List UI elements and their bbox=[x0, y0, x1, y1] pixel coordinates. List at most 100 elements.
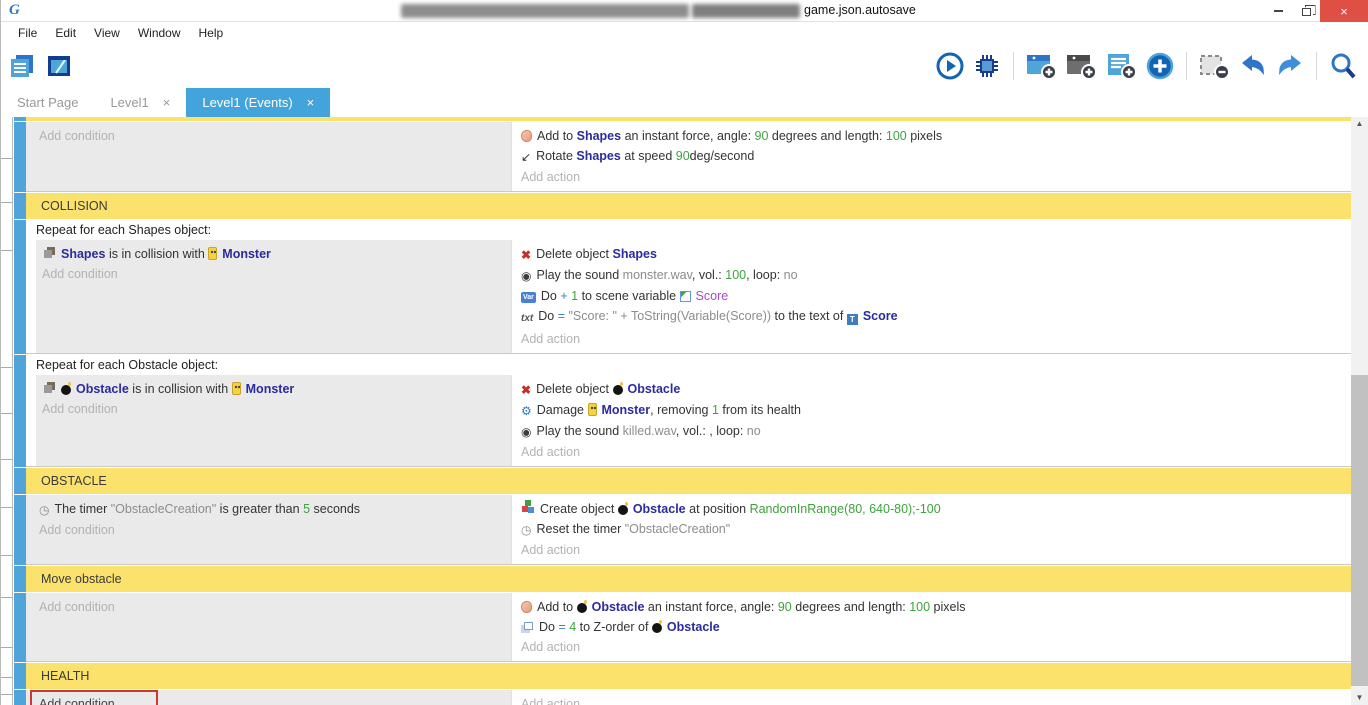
zorder-icon bbox=[524, 622, 533, 630]
comment-row[interactable]: OBSTACLE bbox=[14, 468, 1352, 494]
event-selection-bar[interactable] bbox=[14, 495, 26, 565]
timer-icon: ◷ bbox=[521, 520, 531, 540]
add-condition-placeholder[interactable]: Add condition bbox=[39, 597, 511, 617]
text-segment: an instant force, angle: bbox=[644, 600, 777, 614]
search-icon[interactable] bbox=[1328, 51, 1358, 81]
add-action-placeholder[interactable]: Add action bbox=[521, 329, 1352, 349]
action-line[interactable]: txtDo = "Score: " + ToString(Variable(Sc… bbox=[521, 306, 1352, 329]
comment-row[interactable]: COLLISION bbox=[14, 193, 1352, 219]
event-row[interactable]: Repeat for each Obstacle object:Obstacle… bbox=[14, 355, 1352, 467]
event-selection-bar[interactable] bbox=[14, 663, 26, 689]
tabbar: Start Page Level1 × Level1 (Events) × bbox=[1, 88, 1368, 117]
action-line[interactable]: Add to Shapes an instant force, angle: 9… bbox=[521, 126, 1352, 146]
event-row[interactable]: ◷The timer "ObstacleCreation" is greater… bbox=[14, 495, 1352, 565]
add-condition-placeholder[interactable]: Add condition bbox=[42, 399, 511, 419]
event-selection-bar[interactable] bbox=[14, 117, 26, 121]
add-external-events-icon[interactable] bbox=[1105, 51, 1138, 81]
condition-line[interactable]: Obstacle is in collision with Monster bbox=[42, 379, 511, 399]
event-selection-bar[interactable] bbox=[14, 193, 26, 219]
condition-line[interactable]: Shapes is in collision with Monster bbox=[42, 244, 511, 264]
restore-button[interactable] bbox=[1292, 0, 1320, 22]
text-segment: , loop: bbox=[746, 268, 784, 282]
event-row[interactable]: Repeat for each Shapes object:Shapes is … bbox=[14, 220, 1352, 354]
action-line[interactable]: Create object Obstacle at position Rando… bbox=[521, 499, 1352, 519]
undo-icon[interactable] bbox=[1238, 51, 1268, 81]
tab-close-icon[interactable]: × bbox=[163, 95, 171, 110]
comment-row[interactable]: Move obstacle bbox=[14, 566, 1352, 592]
redo-icon[interactable] bbox=[1275, 51, 1305, 81]
tab-level1-events[interactable]: Level1 (Events) × bbox=[186, 88, 330, 117]
menu-help[interactable]: Help bbox=[190, 26, 233, 40]
add-action-placeholder[interactable]: Add action bbox=[521, 442, 1352, 462]
event-selection-bar[interactable] bbox=[14, 690, 26, 705]
add-condition-placeholder[interactable]: Add condition bbox=[39, 520, 511, 540]
debug-icon[interactable] bbox=[972, 51, 1002, 81]
menu-edit[interactable]: Edit bbox=[46, 26, 85, 40]
gutter-tick bbox=[1, 250, 13, 251]
menu-file[interactable]: File bbox=[9, 26, 46, 40]
comment-label: HEALTH bbox=[41, 669, 89, 683]
scroll-down-icon[interactable]: ▼ bbox=[1351, 691, 1368, 705]
text-segment: Reset the timer bbox=[536, 522, 624, 536]
event-row[interactable]: Add condition Add to Shapes an instant fo… bbox=[14, 122, 1352, 192]
window-controls: × bbox=[1264, 0, 1368, 22]
add-action-placeholder[interactable]: Add action bbox=[521, 694, 1352, 705]
scene-editor-icon[interactable] bbox=[7, 51, 37, 81]
condition-line[interactable]: ◷The timer "ObstacleCreation" is greater… bbox=[39, 499, 511, 520]
action-line[interactable]: ↙Rotate Shapes at speed 90deg/second bbox=[521, 146, 1352, 167]
minimize-button[interactable] bbox=[1264, 0, 1292, 22]
text-segment: = bbox=[558, 620, 569, 634]
event-selection-bar[interactable] bbox=[14, 122, 26, 192]
comment-row[interactable]: HEALTH bbox=[14, 663, 1352, 689]
add-action-placeholder[interactable]: Add action bbox=[521, 167, 1352, 187]
minimize-icon bbox=[1274, 10, 1283, 12]
event-selection-bar[interactable] bbox=[14, 468, 26, 494]
scroll-up-icon[interactable]: ▲ bbox=[1351, 117, 1368, 131]
variable-name: Score bbox=[696, 289, 729, 303]
play-icon[interactable] bbox=[935, 51, 965, 81]
actions-column: ✖Delete object Shapes◉Play the sound mon… bbox=[511, 240, 1352, 353]
add-action-placeholder[interactable]: Add action bbox=[521, 540, 1352, 560]
text-segment: Do bbox=[541, 289, 560, 303]
action-line[interactable]: ⚙Damage Monster, removing 1 from its hea… bbox=[521, 400, 1352, 421]
add-action-placeholder[interactable]: Add action bbox=[521, 637, 1352, 657]
menu-view[interactable]: View bbox=[85, 26, 129, 40]
event-body: Obstacle is in collision with MonsterAdd… bbox=[36, 375, 1352, 466]
action-line[interactable]: Add to Obstacle an instant force, angle:… bbox=[521, 597, 1352, 617]
add-scene-icon[interactable] bbox=[1025, 51, 1058, 81]
tab-close-icon[interactable]: × bbox=[307, 95, 315, 110]
close-button[interactable]: × bbox=[1320, 0, 1368, 22]
scrollbar-thumb[interactable] bbox=[1351, 375, 1368, 686]
action-line[interactable]: Do = 4 to Z-order of Obstacle bbox=[521, 617, 1352, 637]
event-selection-bar[interactable] bbox=[14, 220, 26, 354]
object-name: Shapes bbox=[613, 247, 657, 261]
event-row[interactable]: Add condition Add to Obstacle an instant … bbox=[14, 593, 1352, 662]
obstacle-icon bbox=[61, 385, 71, 395]
event-selection-bar[interactable] bbox=[14, 593, 26, 662]
action-line[interactable]: ✖Delete object Shapes bbox=[521, 244, 1352, 265]
event-row[interactable]: Add condition Add action bbox=[14, 690, 1352, 705]
event-content: ◷The timer "ObstacleCreation" is greater… bbox=[26, 495, 1352, 565]
repeat-event-label: Repeat for each Obstacle object: bbox=[26, 355, 1352, 375]
action-line[interactable]: ◉Play the sound killed.wav, vol.: , loop… bbox=[521, 421, 1352, 442]
add-external-layout-icon[interactable] bbox=[1065, 51, 1098, 81]
comment-partial bbox=[14, 117, 1352, 121]
action-line[interactable]: ◷Reset the timer "ObstacleCreation" bbox=[521, 519, 1352, 540]
action-line[interactable]: VarDo + 1 to scene variable Score bbox=[521, 286, 1352, 306]
event-selection-bar[interactable] bbox=[14, 566, 26, 592]
add-condition-placeholder[interactable]: Add condition bbox=[39, 694, 511, 705]
add-condition-placeholder[interactable]: Add condition bbox=[39, 126, 511, 146]
menu-window[interactable]: Window bbox=[129, 26, 190, 40]
tab-level1[interactable]: Level1 × bbox=[94, 88, 186, 117]
object-name: Score bbox=[863, 309, 898, 323]
add-object-icon[interactable] bbox=[1145, 51, 1175, 81]
project-window-icon[interactable] bbox=[44, 51, 74, 81]
action-line[interactable]: ◉Play the sound monster.wav, vol.: 100, … bbox=[521, 265, 1352, 286]
event-body: Add condition Add to Shapes an instant fo… bbox=[26, 122, 1352, 191]
action-line[interactable]: ✖Delete object Obstacle bbox=[521, 379, 1352, 400]
tab-start-page[interactable]: Start Page bbox=[1, 88, 94, 117]
deactivate-icon[interactable] bbox=[1198, 51, 1231, 81]
event-selection-bar[interactable] bbox=[14, 355, 26, 467]
add-condition-placeholder[interactable]: Add condition bbox=[42, 264, 511, 284]
vertical-scrollbar[interactable]: ▲ ▼ bbox=[1351, 117, 1368, 705]
